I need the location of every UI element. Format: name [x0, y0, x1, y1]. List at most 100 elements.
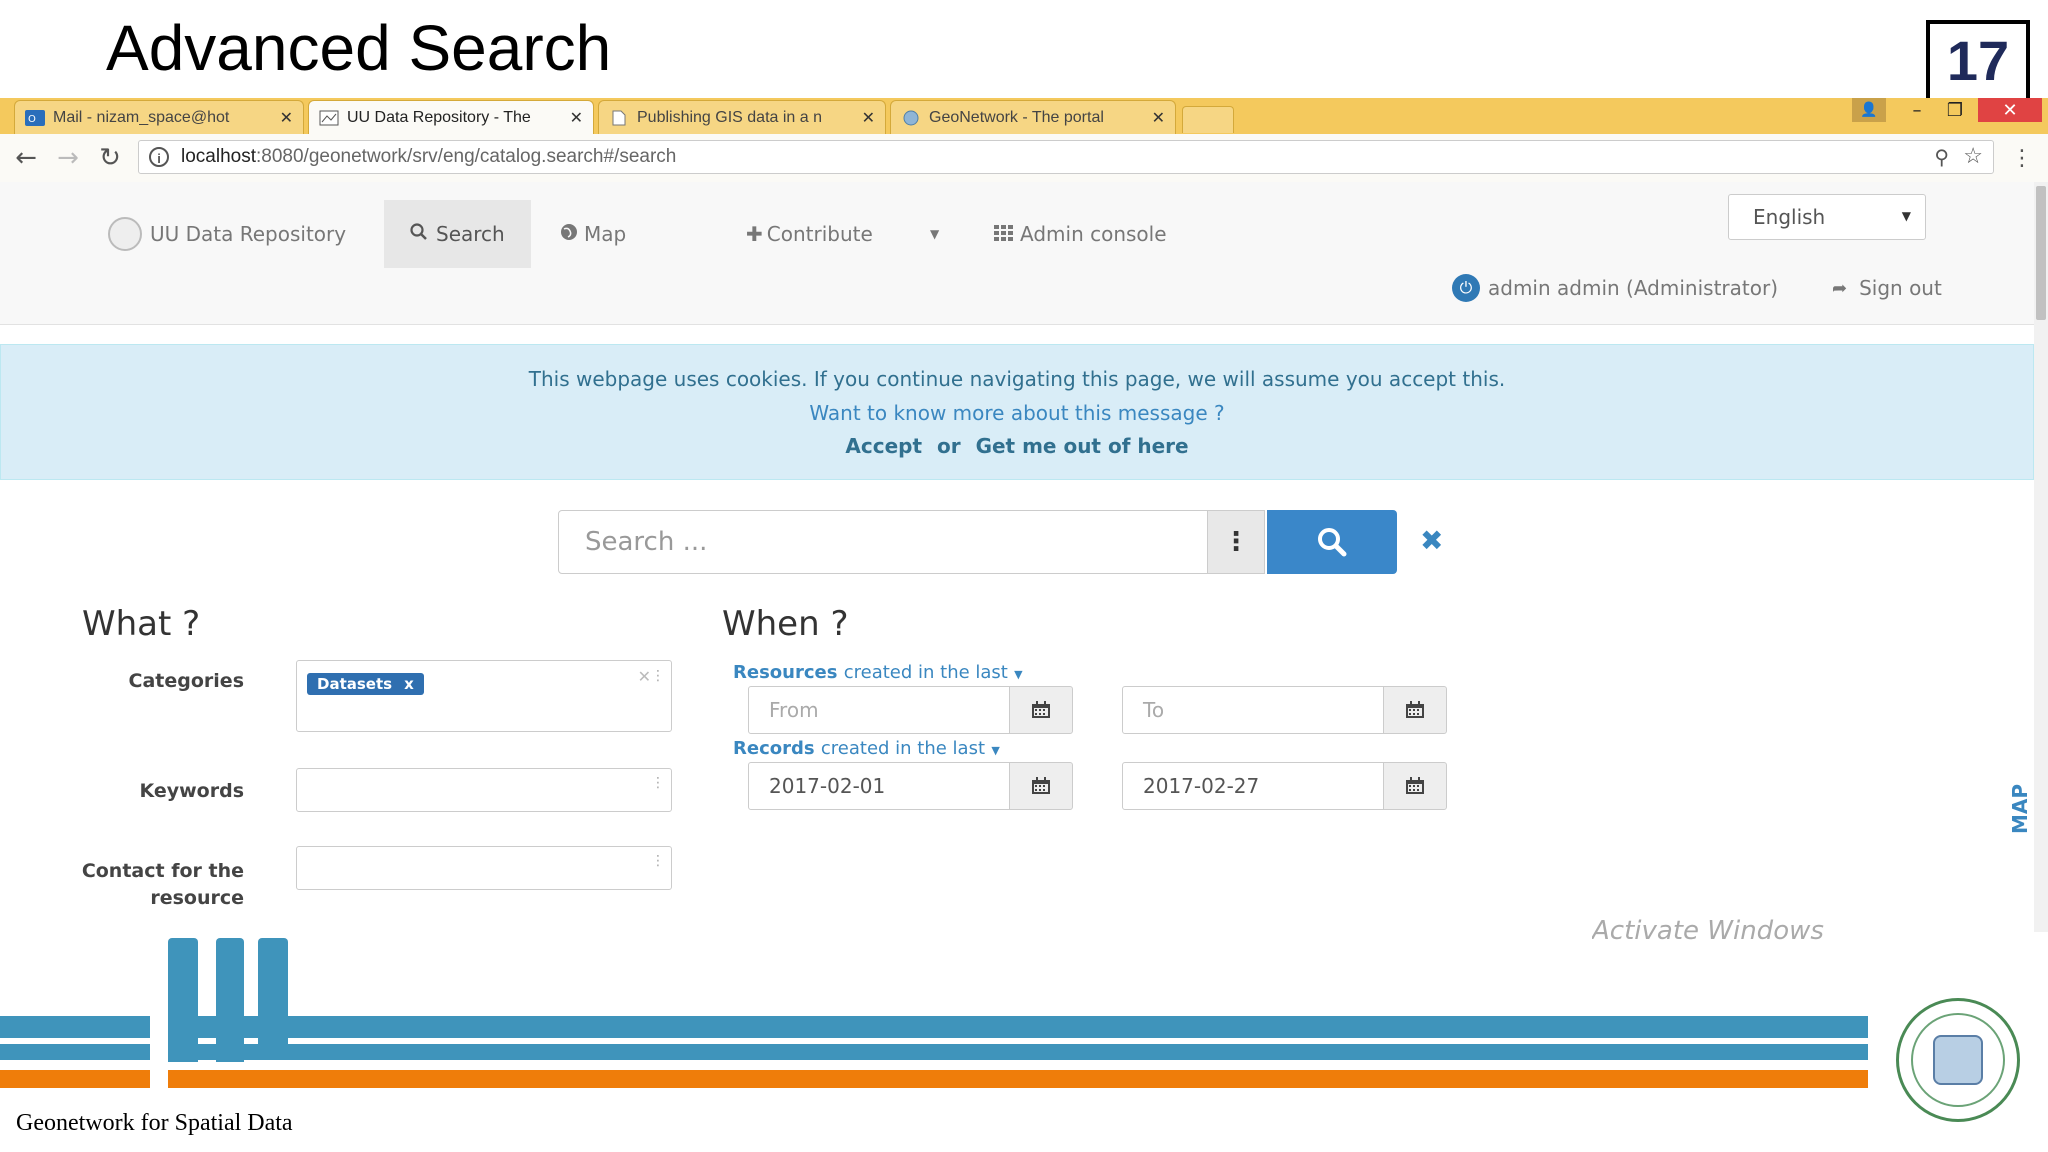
address-bar: ← → ↻ i localhost:8080/geonetwork/srv/en… — [0, 134, 2048, 183]
drag-handle-icon[interactable]: ⋮ — [651, 776, 665, 790]
calendar-button[interactable] — [1383, 686, 1447, 734]
slide-number: 17 — [1926, 20, 2030, 102]
close-icon[interactable]: ✕ — [1152, 108, 1165, 128]
remove-tag-icon[interactable]: x — [404, 675, 414, 693]
contact-field[interactable]: ⋮ — [296, 846, 672, 890]
sign-out-link[interactable]: ➦ Sign out — [1832, 268, 1942, 308]
url-path: :8080/geonetwork/srv/eng/catalog.search#… — [256, 146, 677, 167]
logo-icon — [108, 217, 142, 251]
outlook-icon: O — [25, 109, 45, 126]
calendar-button[interactable] — [1009, 686, 1073, 734]
slide-title: Advanced Search — [106, 12, 612, 84]
minimize-icon[interactable]: – — [1900, 98, 1934, 122]
power-icon: ⏻ — [1452, 274, 1480, 302]
reload-icon[interactable]: ↻ — [94, 142, 126, 174]
zoom-icon[interactable]: ⚲ — [1934, 145, 1949, 170]
band-gap — [150, 1010, 168, 1090]
menu-icon[interactable]: ⋮ — [2006, 142, 2038, 174]
tab-geonetwork[interactable]: GeoNetwork - The portal ✕ — [890, 100, 1176, 134]
globe-icon — [560, 222, 578, 246]
tab-publishing-gis[interactable]: Publishing GIS data in a n ✕ — [598, 100, 886, 134]
sign-out-icon: ➦ — [1832, 277, 1848, 299]
contact-label-line2: resource — [150, 887, 244, 909]
pillar-1 — [168, 938, 198, 1062]
map-side-tab[interactable]: MAP — [2008, 784, 2032, 834]
scrollbar[interactable] — [2034, 182, 2048, 932]
nav-contribute[interactable]: ✚ Contribute — [746, 200, 873, 268]
new-tab-button[interactable] — [1182, 106, 1234, 133]
clear-search-icon[interactable]: ✖ — [1420, 524, 1443, 557]
language-value: English — [1753, 205, 1826, 229]
chevron-down-icon: ▼ — [1901, 209, 1911, 223]
get-out-link[interactable]: Get me out of here — [976, 434, 1189, 458]
close-icon[interactable]: ✕ — [862, 108, 875, 128]
tab-uu-data-repository[interactable]: UU Data Repository - The ✕ — [308, 100, 594, 134]
map-favicon — [319, 110, 339, 126]
close-icon[interactable]: ✕ — [280, 108, 293, 128]
or-text: or — [937, 434, 961, 458]
cookie-more-link[interactable]: Want to know more about this message ? — [1, 401, 2033, 425]
records-from-input[interactable]: 2017-02-01 — [748, 762, 1010, 810]
nav-map-label: Map — [584, 222, 627, 246]
close-window-icon[interactable]: ✕ — [1978, 98, 2042, 122]
slide-footer: Geonetwork for Spatial Data — [16, 1110, 293, 1136]
geonetwork-favicon — [901, 110, 921, 126]
calendar-button[interactable] — [1383, 762, 1447, 810]
close-icon[interactable]: ✕ — [570, 108, 583, 128]
caret-down-icon: ▼ — [991, 744, 1000, 757]
records-created-dropdown[interactable]: Records created in the last ▼ — [733, 738, 1000, 759]
nav-map[interactable]: Map — [560, 200, 626, 268]
calendar-icon — [1406, 777, 1424, 794]
category-tag[interactable]: Datasets x — [307, 673, 424, 695]
sign-out-label: Sign out — [1859, 276, 1942, 300]
search-input[interactable]: Search ... — [558, 510, 1208, 574]
nav-admin-label: Admin console — [1020, 222, 1167, 246]
seal-puzzle-emblem — [1933, 1035, 1983, 1085]
resources-created-dropdown[interactable]: Resources created in the last ▼ — [733, 662, 1023, 683]
back-icon[interactable]: ← — [10, 142, 42, 174]
forward-icon[interactable]: → — [52, 142, 84, 174]
url-field[interactable]: i localhost:8080/geonetwork/srv/eng/cata… — [138, 140, 1994, 174]
when-heading: When ? — [722, 604, 849, 644]
categories-field[interactable]: Datasets x ✕ ⋮ — [296, 660, 672, 732]
user-name: admin admin (Administrator) — [1488, 276, 1778, 300]
resources-label-rest: created in the last — [843, 662, 1008, 683]
keywords-field[interactable]: ⋮ — [296, 768, 672, 812]
language-select[interactable]: English ▼ — [1728, 194, 1926, 240]
accept-link[interactable]: Accept — [845, 434, 922, 458]
info-icon[interactable]: i — [149, 147, 169, 167]
calendar-button[interactable] — [1009, 762, 1073, 810]
nav-admin-console[interactable]: Admin console — [994, 200, 1167, 268]
calendar-icon — [1406, 701, 1424, 718]
calendar-icon — [1032, 701, 1050, 718]
contact-label-line1: Contact for the — [81, 860, 244, 882]
categories-label: Categories — [128, 670, 244, 692]
calendar-icon — [1032, 777, 1050, 794]
pillar-3 — [258, 938, 288, 1044]
drag-handle-icon[interactable]: ⋮ — [651, 854, 665, 868]
more-options-icon[interactable]: ⋮ — [1207, 510, 1265, 574]
user-menu[interactable]: ⏻ admin admin (Administrator) — [1452, 268, 1778, 308]
profile-icon[interactable]: 👤 — [1852, 98, 1886, 122]
star-icon[interactable]: ☆ — [1963, 143, 1983, 169]
pillar-2 — [216, 938, 244, 1062]
search-icon — [1318, 528, 1347, 557]
tab-label: UU Data Repository - The — [347, 108, 531, 126]
url-host: localhost — [181, 146, 256, 167]
records-to-input[interactable]: 2017-02-27 — [1122, 762, 1384, 810]
records-label-bold: Records — [733, 738, 815, 759]
scrollbar-thumb[interactable] — [2036, 186, 2046, 320]
brand-link[interactable]: UU Data Repository — [108, 200, 346, 268]
restore-icon[interactable]: ❐ — [1938, 98, 1972, 122]
nav-search-label: Search — [436, 222, 505, 246]
resources-from-input[interactable]: From — [748, 686, 1010, 734]
resources-to-input[interactable]: To — [1122, 686, 1384, 734]
contribute-dropdown-caret[interactable]: ▼ — [930, 200, 939, 268]
drag-handle-icon[interactable]: ⋮ — [651, 669, 665, 683]
nav-search[interactable]: Search — [384, 200, 531, 268]
clear-icon[interactable]: ✕ — [638, 667, 651, 686]
search-button[interactable] — [1267, 510, 1397, 574]
page-icon — [609, 110, 629, 126]
tab-mail[interactable]: O Mail - nizam_space@hot ✕ — [14, 100, 304, 134]
records-label-rest: created in the last — [820, 738, 986, 759]
